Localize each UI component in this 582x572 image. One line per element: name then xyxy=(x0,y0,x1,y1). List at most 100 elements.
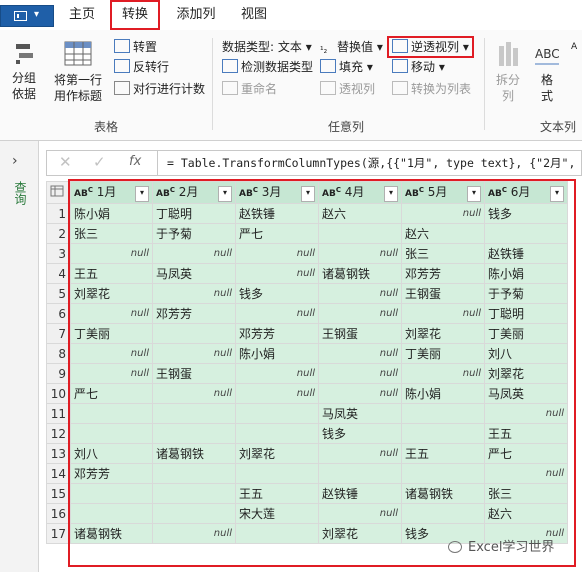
table-cell[interactable]: 王五 xyxy=(235,483,319,504)
row-number[interactable]: 11 xyxy=(46,403,71,424)
row-number[interactable]: 1 xyxy=(46,203,71,224)
table-cell[interactable] xyxy=(318,463,402,484)
table-cell[interactable]: 刘翠花 xyxy=(318,523,402,544)
data-type-dropdown[interactable]: 数据类型: 文本 ▾ xyxy=(222,38,312,56)
table-cell[interactable]: null xyxy=(152,523,236,544)
table-cell[interactable]: 马凤英 xyxy=(152,263,236,284)
table-cell[interactable] xyxy=(70,423,153,444)
table-cell[interactable]: 赵铁锤 xyxy=(484,243,568,264)
text-type-icon[interactable]: ABC xyxy=(156,186,175,199)
row-number[interactable]: 4 xyxy=(46,263,71,284)
table-cell[interactable]: null xyxy=(484,403,568,424)
table-cell[interactable]: null xyxy=(235,383,319,404)
table-cell[interactable]: null xyxy=(318,283,402,304)
queries-pane-label[interactable]: 查询 xyxy=(12,181,29,205)
filter-dropdown-icon[interactable]: ▾ xyxy=(384,186,398,202)
table-cell[interactable]: null xyxy=(318,503,402,524)
table-cell[interactable]: 钱多 xyxy=(484,203,568,224)
table-cell[interactable]: 丁美丽 xyxy=(70,323,153,344)
table-cell[interactable]: 诸葛钢铁 xyxy=(318,263,402,284)
detect-data-type-button[interactable]: 检测数据类型 xyxy=(222,58,313,76)
row-number[interactable]: 9 xyxy=(46,363,71,384)
row-number[interactable]: 8 xyxy=(46,343,71,364)
table-cell[interactable]: 严七 xyxy=(70,383,153,404)
table-cell[interactable] xyxy=(152,483,236,504)
convert-to-list-button[interactable]: 转换为列表 xyxy=(392,80,471,98)
table-select-icon[interactable] xyxy=(46,181,71,204)
text-type-icon[interactable]: ABC xyxy=(239,186,258,199)
table-cell[interactable] xyxy=(152,503,236,524)
rename-button[interactable]: 重命名 xyxy=(222,80,277,98)
table-cell[interactable]: null xyxy=(484,463,568,484)
table-cell[interactable]: null xyxy=(235,303,319,324)
table-cell[interactable] xyxy=(235,423,319,444)
table-cell[interactable]: 邓芳芳 xyxy=(152,303,236,324)
table-cell[interactable]: null xyxy=(152,383,236,404)
row-number[interactable]: 17 xyxy=(46,523,71,544)
table-cell[interactable]: 钱多 xyxy=(318,423,402,444)
row-number[interactable]: 14 xyxy=(46,463,71,484)
table-cell[interactable] xyxy=(235,403,319,424)
replace-values-button[interactable]: ¹₂ 替换值 ▾ xyxy=(320,38,383,56)
confirm-icon[interactable]: ✓ xyxy=(93,153,106,171)
table-cell[interactable]: 王钢蛋 xyxy=(401,283,485,304)
tab-view[interactable]: 视图 xyxy=(232,0,276,30)
table-cell[interactable] xyxy=(70,403,153,424)
row-number[interactable]: 7 xyxy=(46,323,71,344)
table-cell[interactable]: null xyxy=(318,343,402,364)
table-cell[interactable]: 刘翠花 xyxy=(235,443,319,464)
table-cell[interactable]: null xyxy=(401,203,485,224)
table-cell[interactable]: 丁美丽 xyxy=(401,343,485,364)
filter-dropdown-icon[interactable]: ▾ xyxy=(135,186,149,202)
file-menu-button[interactable]: ▾ xyxy=(0,5,54,27)
table-cell[interactable]: null xyxy=(70,243,153,264)
table-cell[interactable]: null xyxy=(318,363,402,384)
table-cell[interactable]: null xyxy=(152,243,236,264)
table-cell[interactable] xyxy=(152,403,236,424)
text-type-icon[interactable]: ABC xyxy=(322,186,341,199)
format-button[interactable]: ABC 格 式 xyxy=(530,40,564,104)
column-header[interactable]: ABC 1月 ▾ xyxy=(70,181,153,204)
table-cell[interactable]: null xyxy=(401,363,485,384)
table-cell[interactable] xyxy=(401,423,485,444)
table-cell[interactable]: null xyxy=(152,283,236,304)
text-type-icon[interactable]: ABC xyxy=(405,186,424,199)
table-cell[interactable]: 刘翠花 xyxy=(484,363,568,384)
table-cell[interactable]: 邓芳芳 xyxy=(235,323,319,344)
table-cell[interactable]: 陈小娟 xyxy=(484,263,568,284)
row-number[interactable]: 6 xyxy=(46,303,71,324)
row-number[interactable]: 5 xyxy=(46,283,71,304)
table-cell[interactable]: 赵铁锤 xyxy=(235,203,319,224)
table-cell[interactable]: 马凤英 xyxy=(484,383,568,404)
split-column-button[interactable]: 拆分 列 xyxy=(490,40,526,104)
move-button[interactable]: 移动 ▾ xyxy=(392,58,445,76)
table-cell[interactable] xyxy=(484,223,568,244)
table-cell[interactable] xyxy=(235,463,319,484)
table-cell[interactable] xyxy=(318,223,402,244)
transpose-button[interactable]: 转置 xyxy=(114,38,157,56)
table-cell[interactable]: null xyxy=(70,303,153,324)
table-cell[interactable] xyxy=(152,463,236,484)
table-cell[interactable]: null xyxy=(401,303,485,324)
table-cell[interactable]: 张三 xyxy=(401,243,485,264)
table-cell[interactable]: 丁聪明 xyxy=(152,203,236,224)
table-cell[interactable]: 刘翠花 xyxy=(401,323,485,344)
table-cell[interactable]: 丁聪明 xyxy=(484,303,568,324)
row-number[interactable]: 16 xyxy=(46,503,71,524)
table-cell[interactable]: null xyxy=(318,243,402,264)
table-cell[interactable]: null xyxy=(318,443,402,464)
table-cell[interactable]: 刘八 xyxy=(484,343,568,364)
filter-dropdown-icon[interactable]: ▾ xyxy=(550,186,564,202)
column-header[interactable]: ABC 6月 ▾ xyxy=(484,181,568,204)
column-header[interactable]: ABC 3月 ▾ xyxy=(235,181,319,204)
column-header[interactable]: ABC 5月 ▾ xyxy=(401,181,485,204)
table-cell[interactable]: 张三 xyxy=(484,483,568,504)
table-cell[interactable]: 赵六 xyxy=(318,203,402,224)
table-cell[interactable] xyxy=(401,463,485,484)
table-cell[interactable]: 赵六 xyxy=(484,503,568,524)
table-cell[interactable]: 王五 xyxy=(70,263,153,284)
table-cell[interactable] xyxy=(152,423,236,444)
row-number[interactable]: 12 xyxy=(46,423,71,444)
row-number[interactable]: 15 xyxy=(46,483,71,504)
table-cell[interactable] xyxy=(152,323,236,344)
